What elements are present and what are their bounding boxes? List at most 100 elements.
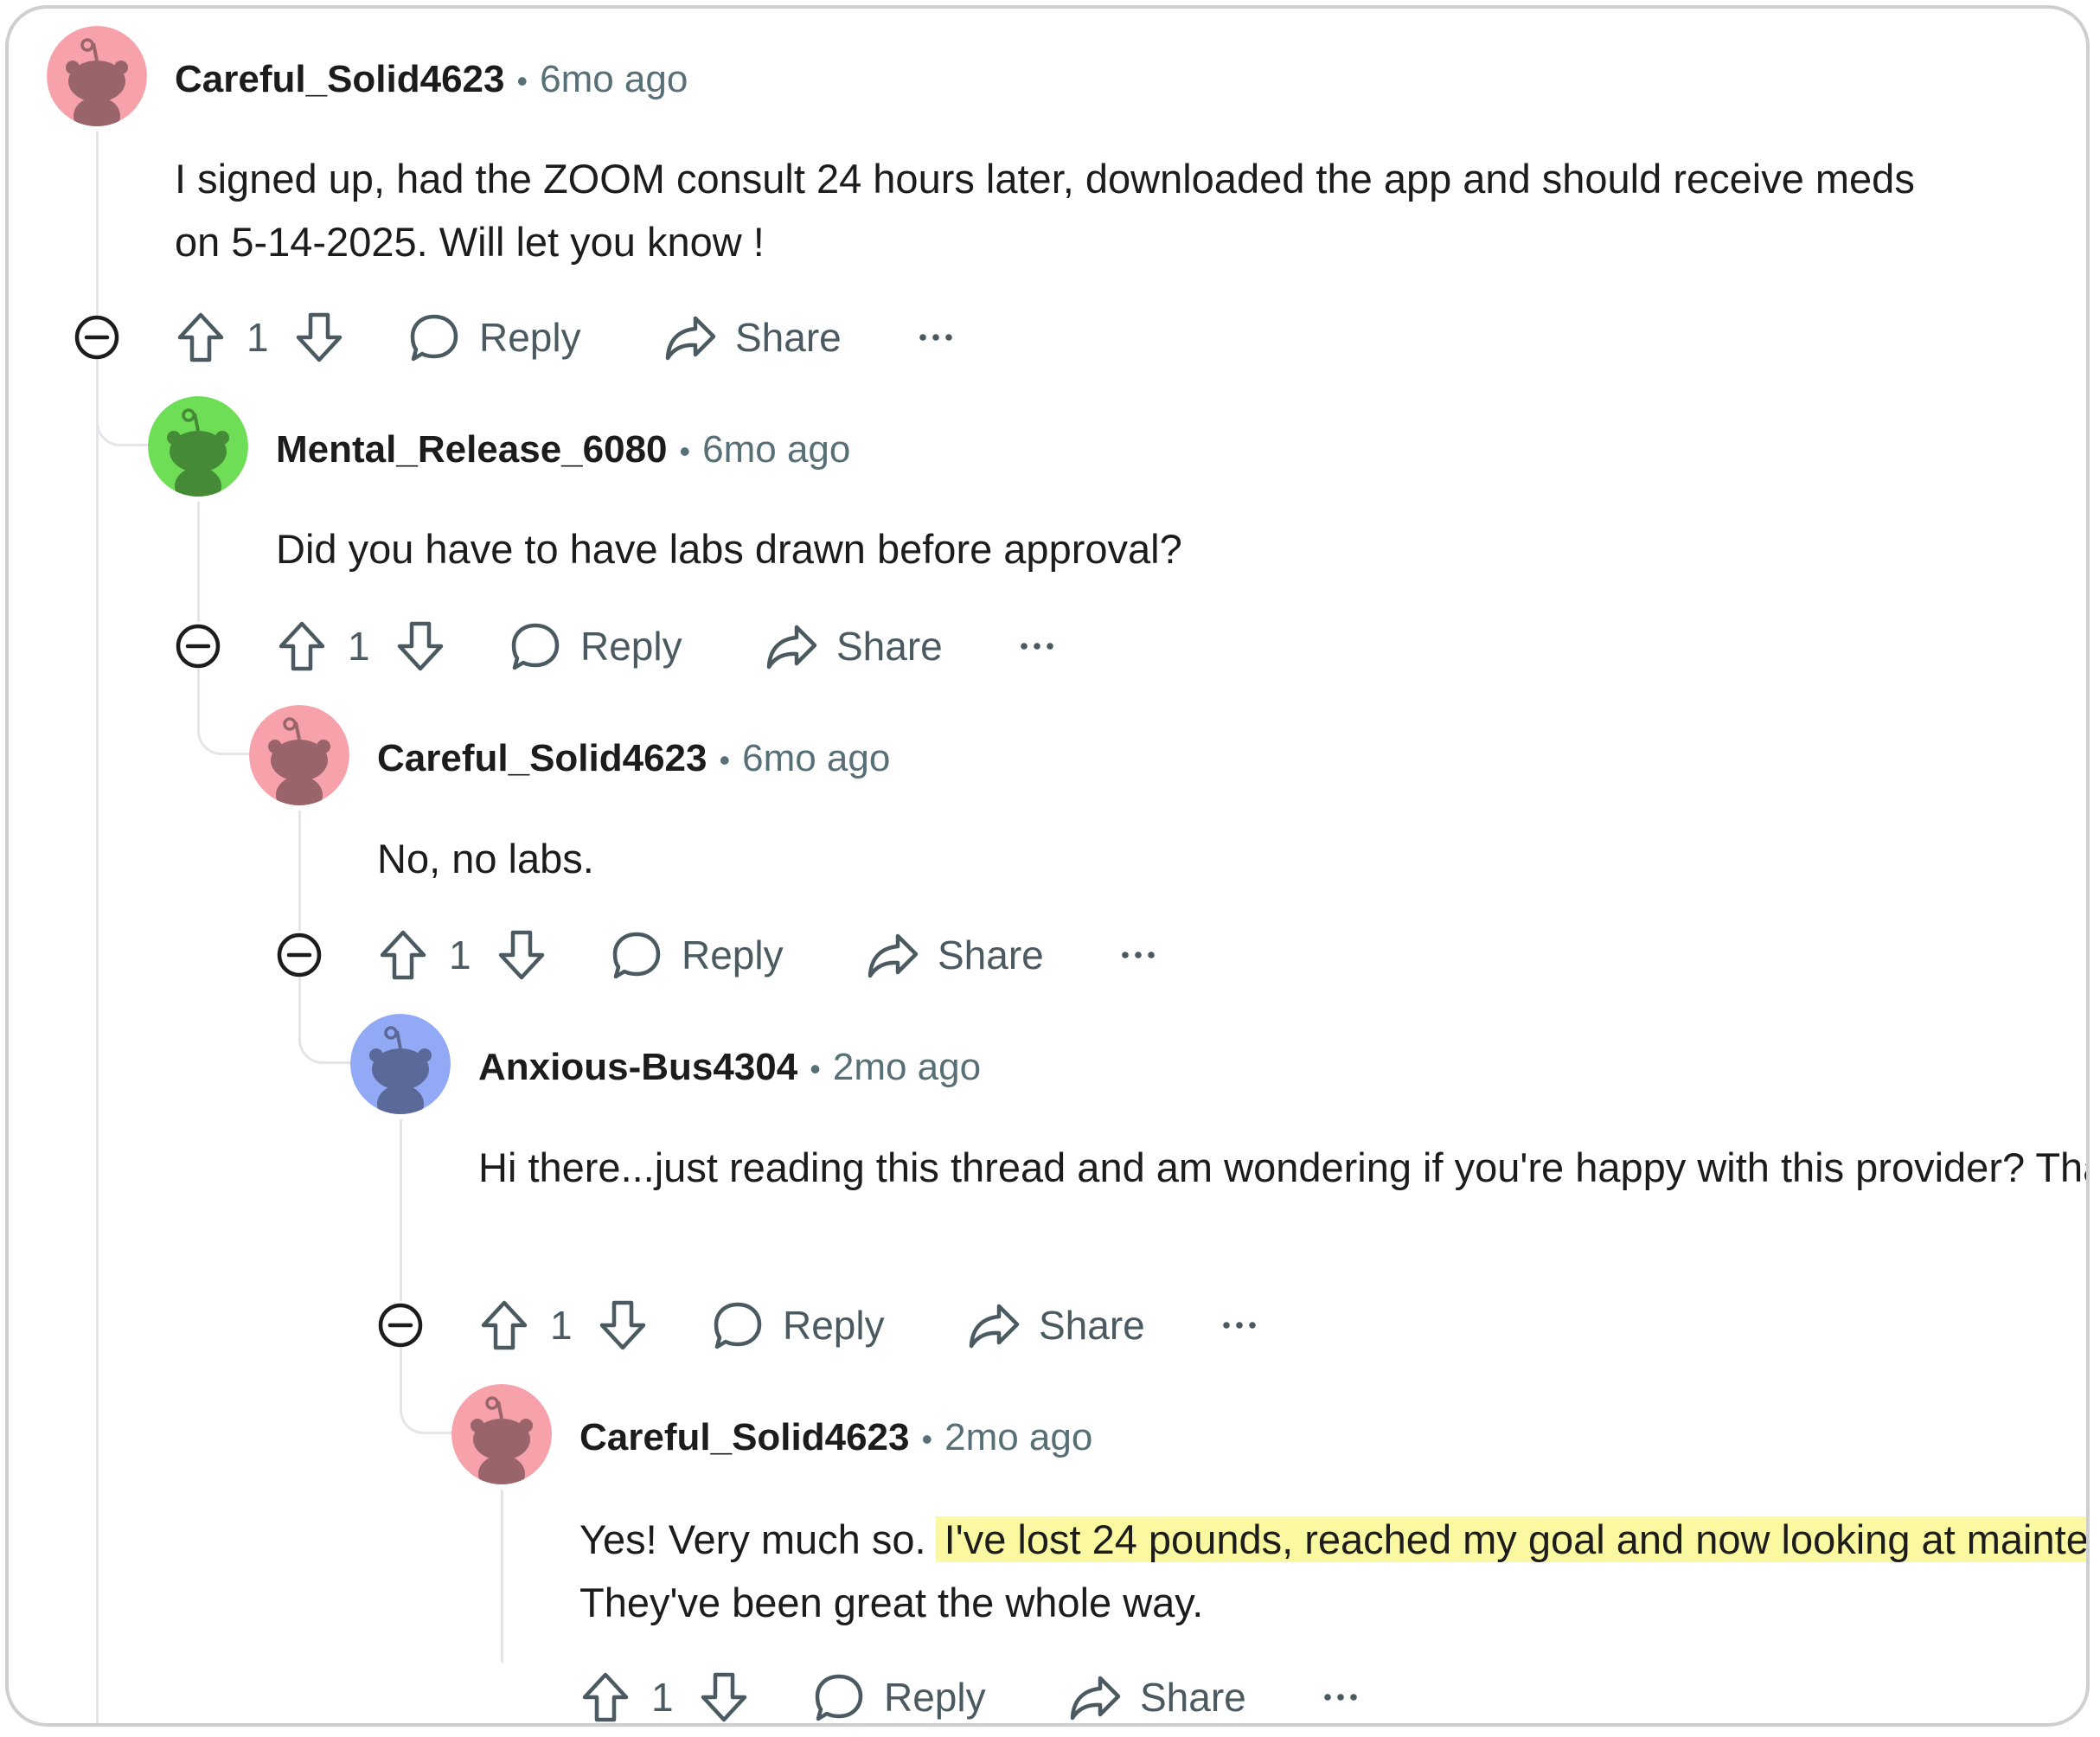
snoo-avatar-icon: [451, 1384, 552, 1484]
upvote-button[interactable]: [580, 1663, 631, 1723]
collapse-button[interactable]: [275, 920, 323, 990]
share-label: Share: [1140, 1675, 1246, 1720]
more-options-icon: [1324, 1694, 1357, 1701]
thread-connector: [96, 360, 149, 446]
comment-actions: 1 Reply Share ···: [9, 1291, 2084, 1360]
upvote-button[interactable]: [479, 1291, 529, 1360]
more-options-icon: [1223, 1322, 1256, 1329]
comment-meta: Careful_Solid4623 • 6mo ago: [175, 54, 688, 106]
avatar[interactable]: [148, 396, 248, 497]
downvote-button[interactable]: [699, 1663, 749, 1723]
thread-line[interactable]: [96, 131, 99, 313]
share-label: Share: [938, 933, 1044, 977]
share-button[interactable]: Share: [664, 303, 842, 372]
avatar[interactable]: [451, 1384, 552, 1484]
snoo-avatar-icon: [148, 396, 248, 497]
downvote-button[interactable]: [598, 1291, 648, 1360]
comment-time[interactable]: 6mo ago: [540, 58, 688, 100]
share-label: Share: [735, 315, 842, 360]
comment-meta: Careful_Solid4623 • 2mo ago: [579, 1412, 1092, 1464]
downvote-button[interactable]: [294, 303, 344, 372]
comment-text: No, no labs.: [377, 836, 594, 881]
comment-time[interactable]: 2mo ago: [833, 1046, 981, 1088]
share-arrow-icon: [665, 316, 716, 361]
comment-text: I signed up, had the ZOOM consult 24 hou…: [175, 156, 1915, 265]
meta-separator: •: [810, 1051, 821, 1086]
comment-actions: 1 Reply Share ···: [9, 612, 2084, 681]
vote-count: 1: [550, 1303, 573, 1348]
highlighted-text: I've lost 24 pounds, reached my goal and…: [935, 1516, 2086, 1562]
downvote-icon: [498, 930, 545, 980]
share-button[interactable]: Share: [765, 612, 943, 681]
more-options-button[interactable]: ···: [1221, 1291, 1258, 1360]
downvote-icon: [296, 312, 343, 362]
reply-button[interactable]: Reply: [813, 1663, 986, 1723]
downvote-icon: [599, 1300, 646, 1350]
reply-label: Reply: [783, 1303, 885, 1348]
comment-text-continued: They've been great the whole way.: [579, 1580, 1204, 1625]
collapse-button[interactable]: [73, 303, 121, 372]
meta-separator: •: [719, 742, 731, 778]
thread-line[interactable]: [400, 1119, 402, 1301]
comment-actions: 1 Reply Share ···: [9, 920, 2084, 990]
thread-line[interactable]: [501, 1490, 503, 1663]
comment-body: Hi there...just reading this thread and …: [478, 1136, 2086, 1199]
collapse-icon: [277, 933, 322, 977]
upvote-button[interactable]: [277, 612, 327, 681]
reply-label: Reply: [479, 315, 581, 360]
vote-count: 1: [246, 315, 269, 360]
more-options-button[interactable]: ···: [1120, 920, 1156, 990]
avatar[interactable]: [47, 26, 147, 126]
share-button[interactable]: Share: [1069, 1663, 1246, 1723]
more-options-button[interactable]: ···: [1322, 1663, 1359, 1723]
share-label: Share: [836, 624, 943, 669]
author-name[interactable]: Anxious-Bus4304: [478, 1046, 797, 1088]
reply-button[interactable]: Reply: [509, 612, 682, 681]
share-arrow-icon: [969, 1304, 1020, 1349]
comment-text: Yes! Very much so.: [579, 1516, 926, 1562]
downvote-button[interactable]: [496, 920, 547, 990]
comment-meta: Anxious-Bus4304 • 2mo ago: [478, 1042, 981, 1093]
more-options-button[interactable]: ···: [918, 303, 954, 372]
meta-separator: •: [516, 63, 528, 99]
author-name[interactable]: Careful_Solid4623: [175, 58, 505, 100]
thread-line[interactable]: [298, 811, 301, 931]
author-name[interactable]: Careful_Solid4623: [377, 737, 707, 779]
comment-thread-frame: Careful_Solid4623 • 6mo ago I signed up, ha…: [5, 5, 2090, 1727]
upvote-icon: [177, 312, 224, 362]
more-options-button[interactable]: ···: [1019, 612, 1055, 681]
upvote-button[interactable]: [176, 303, 226, 372]
thread-line[interactable]: [197, 502, 200, 622]
reply-button[interactable]: Reply: [611, 920, 784, 990]
comment-body: Did you have to have labs drawn before a…: [276, 517, 2049, 580]
reply-bubble-icon: [511, 623, 560, 670]
downvote-button[interactable]: [395, 612, 445, 681]
reply-button[interactable]: Reply: [408, 303, 581, 372]
comment-text: Did you have to have labs drawn before a…: [276, 526, 1182, 572]
collapse-button[interactable]: [174, 612, 222, 681]
share-arrow-icon: [868, 933, 919, 978]
comment-time[interactable]: 6mo ago: [742, 737, 890, 779]
reply-button[interactable]: Reply: [712, 1291, 885, 1360]
vote-count: 1: [651, 1675, 674, 1720]
downvote-icon: [397, 621, 444, 671]
comment-body: I signed up, had the ZOOM consult 24 hou…: [175, 147, 1948, 273]
share-button[interactable]: Share: [968, 1291, 1145, 1360]
upvote-icon: [380, 930, 426, 980]
collapse-button[interactable]: [376, 1291, 425, 1360]
upvote-button[interactable]: [378, 920, 428, 990]
snoo-avatar-icon: [47, 26, 147, 126]
author-name[interactable]: Mental_Release_6080: [276, 428, 668, 471]
comment-time[interactable]: 2mo ago: [944, 1416, 1092, 1458]
share-button[interactable]: Share: [867, 920, 1044, 990]
more-options-icon: [1021, 643, 1053, 650]
comment-time[interactable]: 6mo ago: [702, 428, 850, 471]
share-arrow-icon: [1070, 1676, 1121, 1721]
snoo-avatar-icon: [350, 1014, 451, 1114]
upvote-icon: [279, 621, 325, 671]
author-name[interactable]: Careful_Solid4623: [579, 1416, 910, 1458]
thread-connector: [197, 669, 250, 755]
avatar[interactable]: [249, 705, 349, 805]
more-options-icon: [1122, 952, 1155, 958]
avatar[interactable]: [350, 1014, 451, 1114]
